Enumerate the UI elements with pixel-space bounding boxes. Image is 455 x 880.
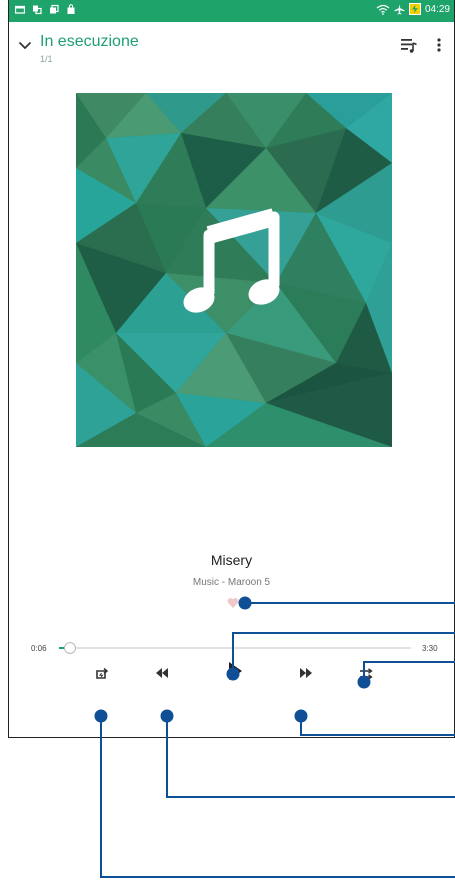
seek-bar[interactable] (59, 642, 411, 654)
previous-icon[interactable] (155, 667, 169, 679)
airplane-icon (394, 4, 405, 14)
play-icon[interactable] (228, 661, 243, 681)
track-title: Misery (210, 552, 253, 568)
track-subtitle: Music - Maroon 5 (192, 577, 271, 588)
album-art (76, 93, 392, 447)
seek-bar-thumb[interactable] (63, 642, 76, 654)
shuffle-icon[interactable] (359, 667, 373, 681)
status-left-icons (15, 4, 76, 15)
wifi-icon (376, 4, 390, 15)
callout-line-repeat (100, 716, 455, 878)
heart-icon[interactable] (227, 597, 239, 609)
screen-icon (15, 5, 25, 14)
more-options-icon[interactable] (430, 36, 448, 54)
playlist-queue-icon[interactable] (400, 36, 418, 54)
total-time: 3:30 (422, 644, 438, 653)
status-bar: 04:29 (9, 0, 454, 22)
battery-charging-icon (408, 3, 421, 15)
now-playing-header: In esecuzione 1/1 (9, 22, 454, 68)
repeat-icon[interactable] (95, 667, 109, 681)
phone-screen: 04:29 In esecuzione 1/1 Misery Music - M… (8, 0, 455, 738)
status-time: 04:29 (424, 3, 450, 15)
queue-position: 1/1 (40, 54, 53, 64)
page-title: In esecuzione (40, 33, 139, 50)
elapsed-time: 0:06 (31, 644, 47, 653)
shopping-bag-icon (67, 4, 75, 14)
gallery-icon (50, 4, 59, 14)
status-right-icons: 04:29 (376, 3, 450, 15)
notification-icon (33, 5, 42, 15)
next-icon[interactable] (299, 667, 313, 679)
chevron-down-icon[interactable] (17, 38, 33, 52)
